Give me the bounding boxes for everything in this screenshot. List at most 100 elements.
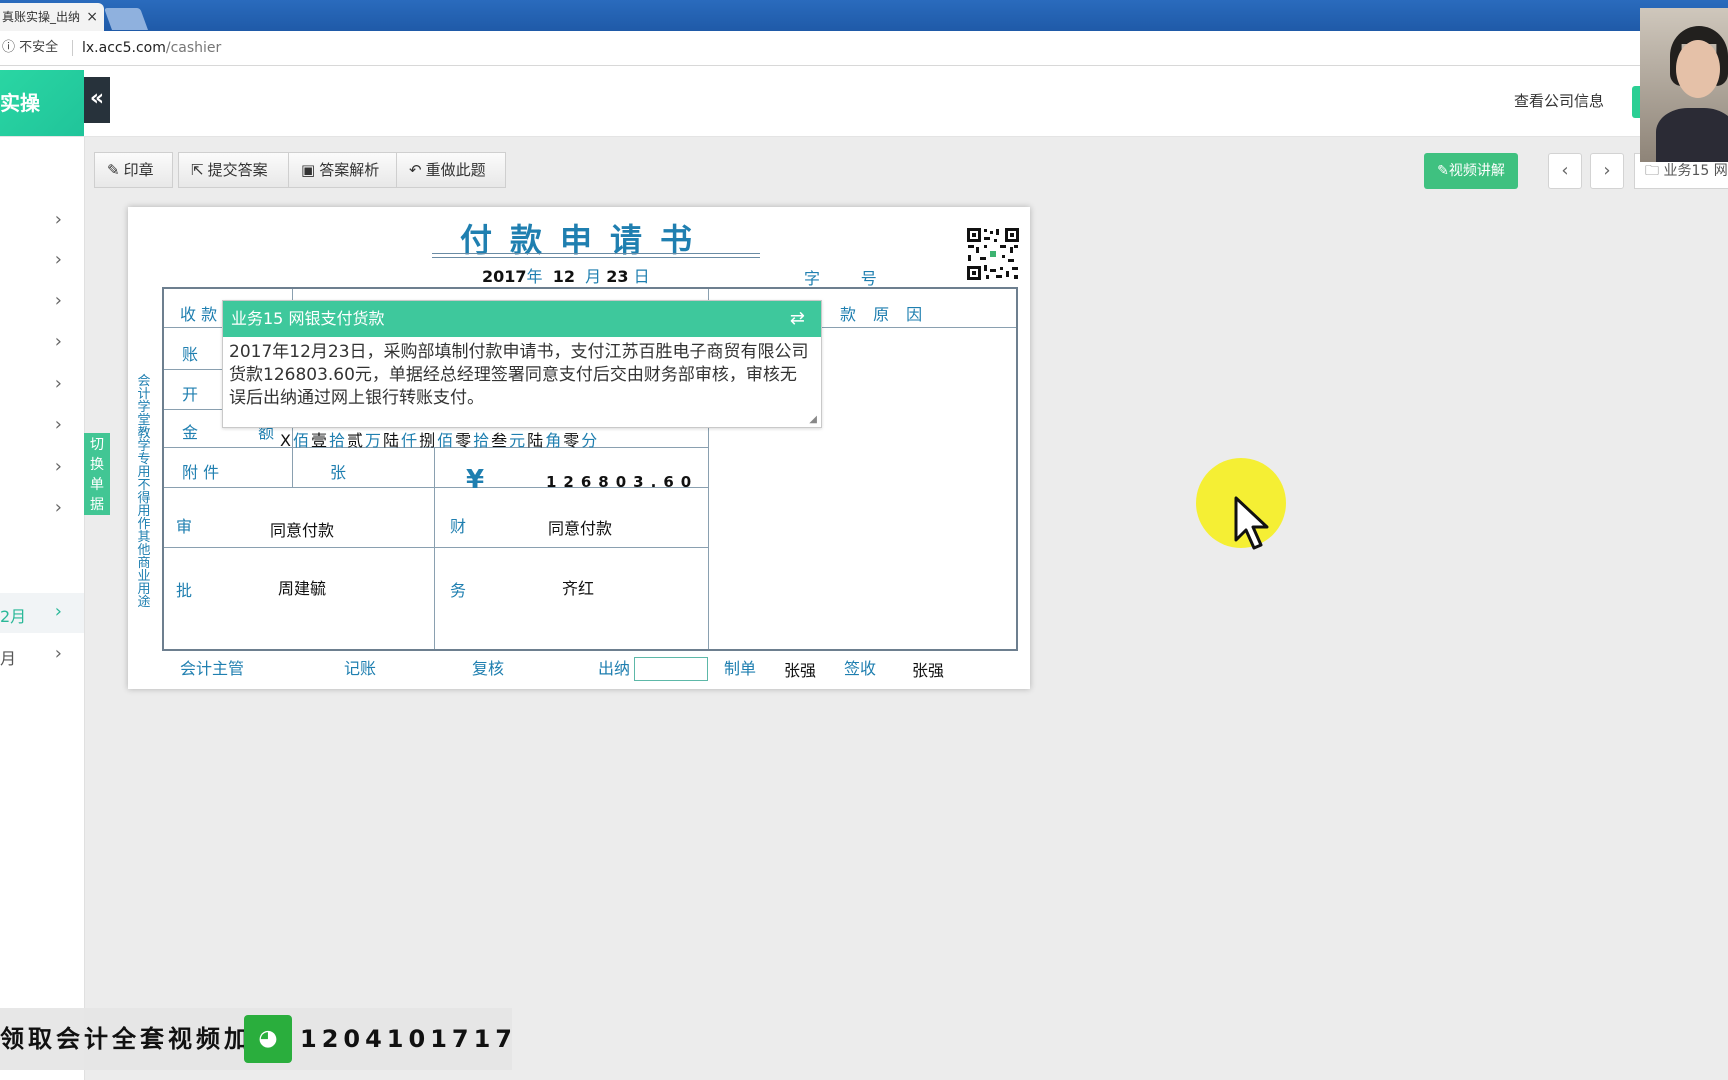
submit-label: 提交答案: [207, 161, 268, 179]
finance-label: 务: [450, 581, 467, 600]
sidebar-item-label: 月: [0, 649, 17, 668]
date-day: 23: [606, 267, 629, 286]
review-label: 复核: [472, 659, 505, 678]
form-footer: 会计主管 记账 复核 出纳 制单 张强 签收 张强: [180, 655, 1020, 683]
amount-digit: 陆: [383, 431, 402, 450]
sidebar-item[interactable]: ›: [0, 323, 84, 363]
payee-label: 收 款: [180, 305, 218, 324]
hao-label: 号: [860, 269, 877, 288]
chevron-right-icon: ›: [54, 643, 62, 664]
sidebar-collapse-button[interactable]: «: [84, 77, 110, 123]
amount-in-words: X佰壹拾贰万陆仟捌佰零拾叁元陆角零分: [280, 427, 599, 451]
chevron-right-icon: ›: [54, 249, 62, 270]
undo-icon: ↶: [409, 161, 422, 179]
answer-analysis-button[interactable]: ▣ 答案解析: [288, 152, 397, 188]
chevron-right-icon: ›: [54, 373, 62, 394]
app-header: 实操 « 查看公司信息: [0, 66, 1728, 137]
swap-icon[interactable]: ⇄: [790, 301, 805, 337]
form-date: 2017年 12 月 23 日: [482, 263, 650, 287]
video-explain-button[interactable]: ✎视频讲解: [1424, 153, 1518, 189]
security-indicator[interactable]: ⓘ 不安全: [2, 31, 58, 65]
account-label: 账: [182, 345, 199, 364]
external-link-icon: ⇱: [191, 161, 204, 179]
popup-title: 业务15 网银支付货款: [231, 309, 385, 328]
reason-label: 款 原 因: [840, 305, 929, 324]
cashier-signature-input[interactable]: [634, 657, 708, 681]
submit-answer-button[interactable]: ⇱ 提交答案: [178, 152, 289, 188]
mouse-cursor-icon: [1234, 496, 1269, 550]
url-text[interactable]: lx.acc5.com/cashier: [82, 31, 221, 65]
amount-digit: 叁: [491, 431, 510, 450]
security-label: 不安全: [19, 40, 59, 55]
browser-titlebar: 真账实操_出纳 ×: [0, 0, 1728, 31]
save-icon: ▣: [301, 161, 316, 179]
presenter-body: [1656, 108, 1728, 162]
sidebar-item[interactable]: ›: [0, 282, 84, 322]
amount-digit: 零: [455, 431, 474, 450]
sidebar-item[interactable]: 月 ›: [0, 635, 84, 675]
approve-opinion: 同意付款: [270, 521, 335, 540]
finance-opinion: 同意付款: [548, 519, 613, 538]
amount-digit: 壹: [310, 431, 329, 450]
cashier-label: 出纳: [598, 659, 631, 678]
prepared-by-name: 张强: [784, 661, 817, 680]
accounting-supervisor-label: 会计主管: [180, 659, 245, 678]
amount-digit: 捌: [419, 431, 438, 450]
popup-header[interactable]: 业务15 网银支付货款 ⇄: [223, 301, 821, 337]
attachment-label: 附 件: [182, 463, 220, 482]
chevron-right-icon: ›: [54, 601, 62, 622]
browser-tab[interactable]: 真账实操_出纳 ×: [0, 3, 104, 31]
webcam-overlay: [1640, 8, 1728, 162]
sidebar-item[interactable]: ›: [0, 489, 84, 529]
video-label: 视频讲解: [1448, 163, 1505, 179]
amount-unit: 分: [581, 431, 600, 450]
url-host: lx.acc5.com: [82, 40, 166, 56]
amount-unit: 仟: [401, 431, 420, 450]
grid-line: [434, 447, 435, 649]
sidebar-item-active[interactable]: 2月 ›: [0, 593, 84, 633]
qr-code-icon: [966, 227, 1020, 281]
zi-label: 字: [804, 269, 821, 288]
tab-close-icon[interactable]: ×: [86, 3, 98, 31]
received-by-name: 张强: [912, 661, 945, 680]
address-divider: [72, 40, 73, 56]
form-number: 字 号: [804, 265, 877, 289]
switch-document-tab[interactable]: 切换单据: [84, 433, 110, 515]
amount-number: 126803.60: [546, 473, 699, 491]
chevron-right-icon: ›: [54, 497, 62, 518]
title-underline: [432, 253, 760, 254]
new-tab-button[interactable]: [103, 8, 149, 30]
approve-label: 批: [176, 581, 193, 600]
amount-unit: 拾: [329, 431, 348, 450]
stamp-label: 印章: [123, 161, 154, 179]
stamp-button[interactable]: ✎ 印章: [94, 152, 173, 188]
attachment-unit: 张: [330, 463, 347, 482]
bookkeeping-label: 记账: [344, 659, 377, 678]
promo-banner: 领取会计全套视频加 ◕ 1204101717: [0, 1008, 512, 1070]
form-title: 付款申请书: [459, 221, 710, 259]
company-info-link[interactable]: 查看公司信息: [1514, 90, 1604, 111]
next-button[interactable]: ›: [1590, 153, 1624, 189]
pencil-icon: ✎: [1437, 163, 1449, 179]
finance-signer: 齐红: [562, 579, 595, 598]
address-bar[interactable]: ⓘ 不安全 lx.acc5.com/cashier: [0, 31, 1728, 66]
url-path: /cashier: [165, 40, 222, 56]
date-year: 2017: [482, 267, 527, 286]
amount-digit: 贰: [347, 431, 366, 450]
date-day-unit: 日: [633, 267, 650, 286]
sidebar-item[interactable]: ›: [0, 448, 84, 488]
payment-request-form: 付款申请书 2017年 12 月 23 日 字 号 收 款 账 开 金 额 款 …: [128, 207, 1030, 689]
sidebar-item[interactable]: ›: [0, 365, 84, 405]
amount-digit: 零: [563, 431, 582, 450]
sidebar-item[interactable]: ›: [0, 201, 84, 241]
sidebar-item-label: 2月: [0, 607, 27, 626]
redo-button[interactable]: ↶ 重做此题: [396, 152, 506, 188]
amount-unit: 元: [509, 431, 528, 450]
prev-button[interactable]: ‹: [1548, 153, 1582, 189]
resize-handle-icon[interactable]: ◢: [809, 414, 817, 425]
sidebar-item[interactable]: ›: [0, 241, 84, 281]
approve-label: 审: [176, 517, 193, 536]
date-year-unit: 年: [526, 267, 543, 286]
chevron-right-icon: ›: [54, 209, 62, 230]
sidebar-item[interactable]: ›: [0, 406, 84, 446]
